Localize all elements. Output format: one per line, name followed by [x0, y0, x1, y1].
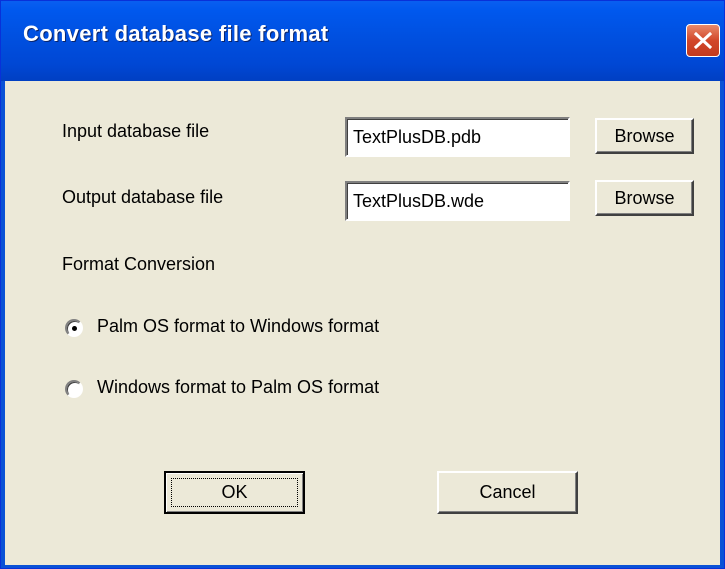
- dialog-title: Convert database file format: [23, 21, 329, 46]
- ok-focus-rect: [171, 478, 298, 507]
- radio-palm-to-windows-label[interactable]: Palm OS format to Windows format: [97, 316, 379, 337]
- close-icon: [694, 32, 712, 49]
- input-file-field[interactable]: TextPlusDB.pdb: [345, 117, 570, 157]
- output-file-label: Output database file: [62, 187, 224, 207]
- output-file-field[interactable]: TextPlusDB.wde: [345, 181, 570, 221]
- dialog-window: Convert database file format Input datab…: [0, 0, 725, 569]
- output-browse-button[interactable]: Browse: [595, 180, 694, 216]
- radio-palm-to-windows[interactable]: [65, 319, 83, 337]
- format-conversion-label: Format Conversion: [62, 254, 216, 274]
- dialog-client-area: Input database file TextPlusDB.pdb Brows…: [5, 81, 720, 565]
- cancel-button[interactable]: Cancel: [437, 471, 578, 514]
- input-browse-button[interactable]: Browse: [595, 118, 694, 154]
- title-bar[interactable]: Convert database file format: [1, 1, 724, 81]
- radio-windows-to-palm[interactable]: [65, 380, 83, 398]
- ok-button[interactable]: OK: [164, 471, 305, 514]
- radio-windows-to-palm-label[interactable]: Windows format to Palm OS format: [97, 377, 379, 398]
- radio-selected-dot: [72, 326, 77, 331]
- close-button[interactable]: [686, 24, 720, 57]
- input-file-label: Input database file: [62, 121, 210, 141]
